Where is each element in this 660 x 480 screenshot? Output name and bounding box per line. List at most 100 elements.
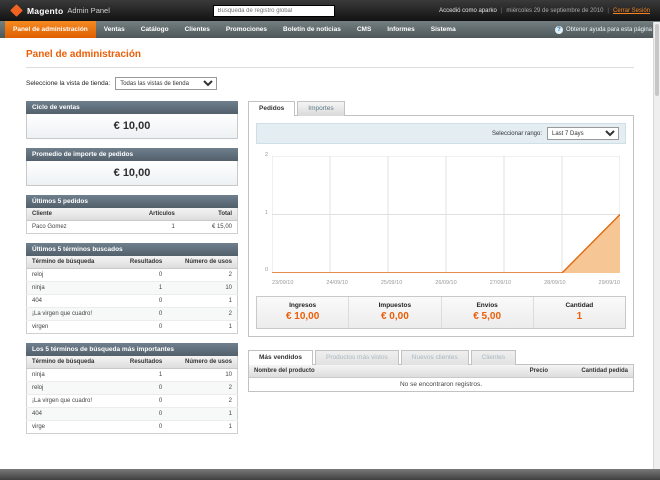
table-row[interactable]: reloj 0 2: [26, 268, 238, 282]
nav-item-sistema[interactable]: Sistema: [423, 21, 464, 38]
y-axis-label: 0: [264, 267, 268, 273]
table-row[interactable]: ¡La virgen que cuadro! 0 2: [26, 307, 238, 321]
y-axis-label: 1: [264, 210, 268, 216]
column-header: Precio: [491, 365, 553, 378]
cell-results: 1: [115, 368, 168, 382]
cell-term: ninja: [26, 281, 116, 295]
separator: |: [500, 7, 503, 14]
table-row[interactable]: reloj 0 2: [26, 381, 238, 395]
nav-item-informes[interactable]: Informes: [379, 21, 422, 38]
cell-uses: 1: [167, 294, 238, 308]
global-search-input[interactable]: [213, 4, 336, 17]
cell-uses: 10: [167, 368, 238, 382]
cell-results: 0: [115, 307, 168, 321]
cell-uses: 2: [167, 268, 238, 282]
average-orders-panel: Promedio de importe de pedidos € 10,00: [26, 148, 238, 186]
table-header-row: Nombre del producto Precio Cantidad pedi…: [249, 365, 633, 378]
table-row[interactable]: ninja 1 10: [26, 281, 238, 295]
cell-uses: 10: [167, 281, 238, 295]
table-row[interactable]: ninja 1 10: [26, 368, 238, 382]
nav-item-clientes[interactable]: Clientes: [177, 21, 218, 38]
logout-link[interactable]: Cerrar Sesión: [613, 8, 650, 14]
stat-value: € 5,00: [473, 311, 502, 322]
scrollbar-thumb[interactable]: [655, 24, 659, 96]
date-text: miércoles 29 de septiembre de 2010: [506, 7, 604, 14]
column-header: Número de usos: [167, 256, 238, 269]
bottom-bar: [0, 469, 660, 480]
nav-item-promociones[interactable]: Promociones: [218, 21, 275, 38]
tab-productos-mas-vistos[interactable]: Productos más vistos: [314, 350, 399, 365]
cell-results: 0: [115, 320, 168, 334]
table-row[interactable]: Paco Gomez 1 € 15,00: [26, 220, 238, 234]
x-axis-label: 29/09/10: [598, 280, 620, 286]
table-row[interactable]: 404 0 1: [26, 294, 238, 308]
last-orders-table: Cliente Artículos Total Paco Gomez 1 € 1…: [26, 208, 238, 234]
x-axis-label: 24/09/10: [326, 280, 348, 286]
nav-item-dashboard[interactable]: Panel de administración: [5, 21, 96, 38]
top-bar: Magento Admin Panel Accedió como aparko …: [0, 0, 660, 21]
store-view-select[interactable]: Todas las vistas de tienda: [115, 77, 218, 90]
nav-item-boletin[interactable]: Boletín de noticias: [275, 21, 349, 38]
bottom-grids: Más vendidos Productos más vistos Nuevos…: [248, 350, 634, 392]
cell-total: € 15,00: [179, 220, 238, 234]
top-search-terms-table: Término de búsqueda Resultados Número de…: [26, 356, 238, 434]
page-help-link[interactable]: ? Obtener ayuda para esta página: [554, 21, 655, 38]
nav-item-cms[interactable]: CMS: [349, 21, 379, 38]
range-bar: Seleccionar rango: Last 7 Days: [256, 123, 626, 144]
stat-label: Ingresos: [289, 302, 317, 309]
cell-term: ¡La virgen que cuadro!: [26, 307, 116, 321]
y-axis-label: 2: [264, 152, 268, 158]
column-header: Artículos: [111, 208, 180, 221]
table-row[interactable]: 404 0 1: [26, 407, 238, 421]
content-area: Panel de administración Seleccione la vi…: [0, 38, 660, 434]
last-orders-panel: Últimos 5 pedidos Cliente Artículos Tota…: [26, 195, 238, 234]
stat-value: € 10,00: [285, 311, 320, 322]
column-header: Número de usos: [167, 356, 238, 369]
page-title: Panel de administración: [26, 49, 142, 60]
tab-nuevos-clientes[interactable]: Nuevos clientes: [400, 350, 469, 365]
dashboard-sidebar: Ciclo de ventas € 10,00 Promedio de impo…: [26, 101, 238, 434]
diagram-tabs: Pedidos Importes: [248, 101, 634, 116]
stat-envios: Envíos € 5,00: [440, 297, 533, 328]
last-search-terms-title: Últimos 5 términos buscados: [26, 243, 238, 256]
vertical-scrollbar[interactable]: [653, 22, 660, 469]
store-view-switcher: Seleccione la vista de tienda: Todas las…: [26, 77, 634, 90]
cell-term: virge: [26, 420, 116, 434]
table-row[interactable]: virge 0 1: [26, 420, 238, 434]
stat-label: Impuestos: [378, 302, 412, 309]
column-header: Nombre del producto: [249, 365, 491, 378]
range-select[interactable]: Last 7 Days: [547, 127, 619, 140]
nav-item-catalogo[interactable]: Catálogo: [133, 21, 177, 38]
tab-importes[interactable]: Importes: [297, 101, 345, 116]
lifetime-sales-title: Ciclo de ventas: [26, 101, 238, 114]
table-header-row: Término de búsqueda Resultados Número de…: [26, 356, 238, 369]
dashboard-main: Pedidos Importes Seleccionar rango: Last…: [248, 101, 634, 392]
column-header: Término de búsqueda: [26, 256, 116, 269]
x-axis-labels: 23/09/10 24/09/10 25/09/10 26/09/10 27/0…: [272, 280, 620, 286]
cell-uses: 1: [167, 420, 238, 434]
lifetime-sales-panel: Ciclo de ventas € 10,00: [26, 101, 238, 139]
store-view-label: Seleccione la vista de tienda:: [26, 80, 111, 87]
main-nav: Panel de administración Ventas Catálogo …: [0, 21, 660, 38]
nav-item-ventas[interactable]: Ventas: [96, 21, 133, 38]
cell-results: 0: [115, 268, 168, 282]
cell-items: 1: [111, 220, 180, 234]
totals-bar: Ingresos € 10,00 Impuestos € 0,00 Envíos…: [256, 296, 626, 329]
cell-customer: Paco Gomez: [26, 220, 112, 234]
stat-value: 1: [576, 311, 583, 322]
table-row[interactable]: virgen 0 1: [26, 320, 238, 334]
separator: |: [607, 7, 609, 14]
table-header-row: Cliente Artículos Total: [26, 208, 238, 221]
table-row[interactable]: ¡La virgen que cuadro! 0 2: [26, 394, 238, 408]
logged-in-text: Accedió como aparko: [439, 7, 497, 14]
x-axis-label: 23/09/10: [272, 280, 294, 286]
top-search-terms-title: Los 5 términos de búsqueda más important…: [26, 343, 238, 356]
tab-pedidos[interactable]: Pedidos: [248, 101, 296, 116]
column-header: Total: [179, 208, 238, 221]
help-icon: ?: [554, 25, 563, 34]
tab-mas-vendidos[interactable]: Más vendidos: [248, 350, 313, 365]
empty-row: No se encontraron registros.: [249, 377, 633, 391]
cell-term: ¡La virgen que cuadro!: [26, 394, 116, 408]
stat-label: Cantidad: [565, 302, 594, 309]
tab-clientes[interactable]: Clientes: [470, 350, 517, 365]
